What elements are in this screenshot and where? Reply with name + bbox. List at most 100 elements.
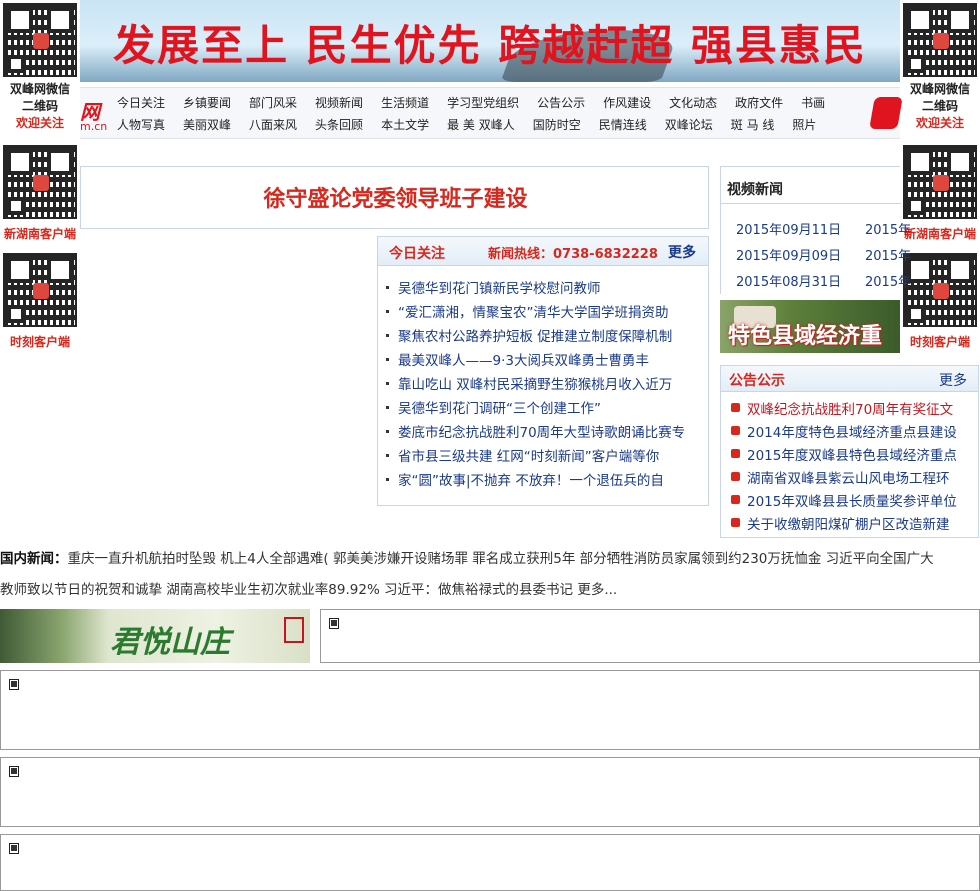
- nav-item[interactable]: 部门风采: [249, 94, 297, 111]
- top-banner: 发展至上 民生优先 跨越赶超 强县惠民: [80, 0, 900, 82]
- today-news-list: 吴德华到花门镇新民学校慰问教师 “爱汇潇湘，情聚宝农”清华大学国学班捐资助 聚焦…: [386, 277, 702, 493]
- embed-panel[interactable]: [0, 670, 980, 750]
- notice-title[interactable]: 公告公示: [729, 370, 785, 390]
- plugin-icon: [329, 618, 339, 629]
- redweb-logo-icon[interactable]: [869, 97, 903, 129]
- plugin-icon: [9, 843, 19, 854]
- list-item[interactable]: 聚焦农村公路养护短板 促推建立制度保障机制: [386, 325, 702, 349]
- domestic-news-ticker: 国内新闻：重庆一直升机航拍时坠毁 机上4人全部遇难( 郭美美涉嫌开设赌场罪 罪名…: [0, 544, 980, 606]
- xhn-caption-left[interactable]: 新湖南客户端: [0, 225, 80, 242]
- plugin-icon: [9, 766, 19, 777]
- video-date[interactable]: 2015年09月09日: [736, 245, 841, 264]
- nav-item[interactable]: 公告公示: [537, 94, 585, 111]
- nav-item[interactable]: 国防时空: [533, 116, 581, 133]
- nav-item[interactable]: 作风建设: [603, 94, 651, 111]
- video-date[interactable]: 2015年08月31日: [736, 271, 841, 290]
- list-item[interactable]: 湖南省双峰县紫云山风电场工程环: [731, 467, 976, 490]
- nav-item[interactable]: 生活频道: [381, 94, 429, 111]
- nav-item[interactable]: 今日关注: [117, 94, 165, 111]
- sk-qr-code-right[interactable]: [903, 253, 977, 327]
- xhn-qr-code-right[interactable]: [903, 145, 977, 219]
- list-item[interactable]: “爱汇潇湘，情聚宝农”清华大学国学班捐资助: [386, 301, 702, 325]
- county-economy-banner[interactable]: 特色县域经济重: [720, 300, 900, 353]
- nav-item[interactable]: 双峰论坛: [665, 116, 713, 133]
- list-item[interactable]: 2014年度特色县域经济重点县建设: [731, 421, 976, 444]
- list-item[interactable]: 吴德华到花门镇新民学校慰问教师: [386, 277, 702, 301]
- nav-row-2: 人物写真 美丽双峰 八面来风 头条回顾 本土文学 最 美 双峰人 国防时空 民情连线 双峰论坛 斑…: [117, 116, 834, 133]
- nav-item[interactable]: 头条回顾: [315, 116, 363, 133]
- nav-row-1: 今日关注 乡镇要闻 部门风采 视频新闻 生活频道 学习型党组织 公告公示 作风建设 文化动态 政府…: [117, 94, 843, 111]
- today-more-link[interactable]: 更多: [668, 242, 696, 262]
- today-focus-panel: 今日关注 新闻热线：0738-6832228 更多 吴德华到花门镇新民学校慰问教…: [377, 236, 709, 506]
- nav-item[interactable]: 最 美 双峰人: [447, 116, 515, 133]
- wechat-caption-left-1: 双峰网微信: [9, 82, 70, 96]
- news-hotline: 新闻热线：0738-6832228: [488, 247, 658, 262]
- wechat-caption-right-2: 二维码: [921, 99, 958, 113]
- wechat-qr-code-right: [903, 3, 977, 77]
- nav-item[interactable]: 民情连线: [599, 116, 647, 133]
- video-date[interactable]: 2015年: [865, 271, 911, 290]
- list-item[interactable]: 2015年双峰县县长质量奖参评单位: [731, 490, 976, 513]
- nav-item[interactable]: 文化动态: [669, 94, 717, 111]
- sk-qr-code-left[interactable]: [3, 253, 77, 327]
- main-nav: 网 m.cn 今日关注 乡镇要闻 部门风采 视频新闻 生活频道 学习型党组织 公告公示 作风建…: [80, 87, 900, 139]
- nav-item[interactable]: 本土文学: [381, 116, 429, 133]
- embed-panel[interactable]: [0, 834, 980, 891]
- video-date[interactable]: 2015年09月11日: [736, 219, 841, 238]
- domestic-line-1: 国内新闻：重庆一直升机航拍时坠毁 机上4人全部遇难( 郭美美涉嫌开设赌场罪 罪名…: [0, 544, 980, 575]
- site-logo-domain: m.cn: [80, 120, 108, 133]
- wechat-caption-left-3: 欢迎关注: [15, 116, 64, 130]
- domestic-text-2[interactable]: 教师致以节日的祝贺和诚挚 湖南高校毕业生初次就业率89.92% 习近平：做焦裕禄…: [0, 575, 980, 606]
- plugin-icon: [9, 679, 19, 690]
- banner-slogan: 发展至上 民生优先 跨越赶超 强县惠民: [113, 21, 867, 70]
- domestic-label: 国内新闻：: [0, 551, 68, 567]
- video-news-title[interactable]: 视频新闻: [727, 179, 783, 199]
- list-item[interactable]: 双峰纪念抗战胜利70周年有奖征文: [731, 398, 976, 421]
- list-item[interactable]: 家“圆”故事|不抛弃 不放弃！一个退伍兵的自: [386, 469, 702, 493]
- wechat-caption-right-3: 欢迎关注: [915, 116, 964, 130]
- video-news-panel: 视频新闻 2015年09月11日 2015年09月09日 2015年08月31日…: [720, 166, 911, 294]
- nav-item[interactable]: 乡镇要闻: [183, 94, 231, 111]
- notice-list: 双峰纪念抗战胜利70周年有奖征文 2014年度特色县域经济重点县建设 2015年…: [731, 398, 976, 536]
- notice-panel: 公告公示 更多 双峰纪念抗战胜利70周年有奖征文 2014年度特色县域经济重点县…: [720, 365, 979, 538]
- nav-item[interactable]: 视频新闻: [315, 94, 363, 111]
- notice-more-link[interactable]: 更多: [939, 370, 967, 390]
- nav-item[interactable]: 照片: [792, 116, 816, 133]
- list-item[interactable]: 最美双峰人——9·3大阅兵双峰勇士曹勇丰: [386, 349, 702, 373]
- video-date[interactable]: 2015年: [865, 219, 911, 238]
- notice-header: 公告公示 更多: [721, 366, 978, 392]
- embed-panel[interactable]: [320, 609, 980, 663]
- junyue-text: 君悦山庄: [110, 625, 230, 660]
- xhn-caption-right[interactable]: 新湖南客户端: [900, 225, 980, 242]
- divider: [721, 203, 901, 204]
- junyue-resort-ad[interactable]: 君悦山庄: [0, 609, 310, 663]
- list-item[interactable]: 关于收缴朝阳煤矿棚户区改造新建: [731, 513, 976, 536]
- list-item[interactable]: 靠山吃山 双峰村民采摘野生猕猴桃月收入近万: [386, 373, 702, 397]
- county-economy-text: 特色县域经济重: [728, 324, 883, 349]
- nav-item[interactable]: 斑 马 线: [731, 116, 775, 133]
- wechat-caption-right-1: 双峰网微信: [909, 82, 970, 96]
- list-item[interactable]: 娄底市纪念抗战胜利70周年大型诗歌朗诵比赛专: [386, 421, 702, 445]
- today-focus-header: 今日关注 新闻热线：0738-6832228 更多: [378, 237, 708, 266]
- domestic-text-1[interactable]: 重庆一直升机航拍时坠毁 机上4人全部遇难( 郭美美涉嫌开设赌场罪 罪名成立获刑5…: [68, 551, 934, 567]
- list-item[interactable]: 2015年度双峰县特色县域经济重点: [731, 444, 976, 467]
- nav-item[interactable]: 八面来风: [249, 116, 297, 133]
- list-item[interactable]: 吴德华到花门调研“三个创建工作”: [386, 397, 702, 421]
- sk-caption-left[interactable]: 时刻客户端: [0, 333, 80, 350]
- wechat-qr-code-left: [3, 3, 77, 77]
- nav-item[interactable]: 学习型党组织: [447, 94, 519, 111]
- nav-item[interactable]: 政府文件: [735, 94, 783, 111]
- embed-panel[interactable]: [0, 757, 980, 827]
- headline-box: 徐守盛论党委领导班子建设: [80, 166, 709, 229]
- seal-icon: [284, 617, 304, 643]
- sk-caption-right[interactable]: 时刻客户端: [900, 333, 980, 350]
- nav-item[interactable]: 书画: [801, 94, 825, 111]
- nav-item[interactable]: 美丽双峰: [183, 116, 231, 133]
- nav-item[interactable]: 人物写真: [117, 116, 165, 133]
- headline-link[interactable]: 徐守盛论党委领导班子建设: [81, 181, 710, 213]
- video-date[interactable]: 2015年: [865, 245, 911, 264]
- wechat-caption-left-2: 二维码: [21, 99, 58, 113]
- xhn-qr-code-left[interactable]: [3, 145, 77, 219]
- today-focus-title[interactable]: 今日关注: [389, 243, 445, 263]
- list-item[interactable]: 省市县三级共建 红网“时刻新闻”客户端等你: [386, 445, 702, 469]
